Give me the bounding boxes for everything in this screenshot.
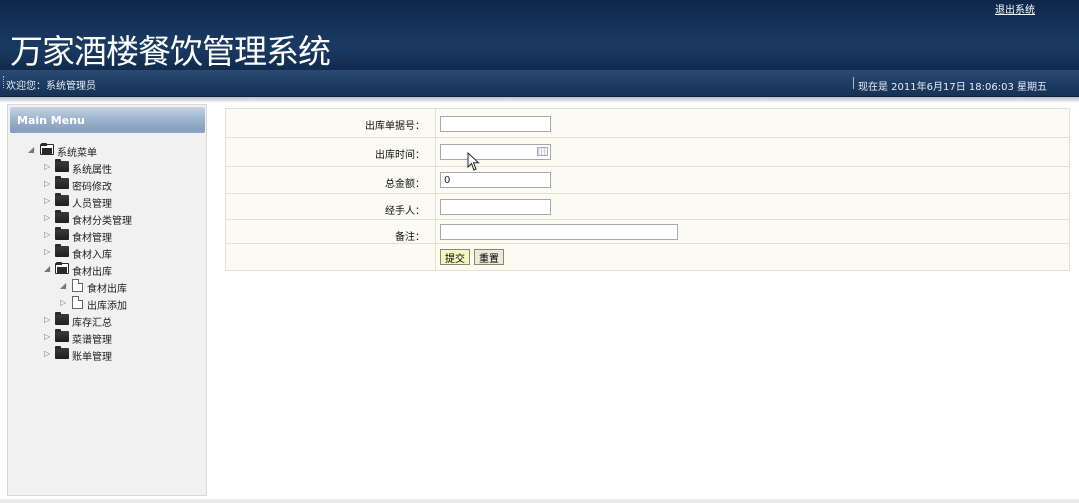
form-row-remark: 备注： (226, 220, 1069, 244)
collapsed-arrow-icon[interactable]: ▷ (44, 247, 52, 256)
logout-link[interactable]: 退出系统 (995, 1, 1035, 16)
field-label: 总金额： (226, 167, 436, 193)
document-icon (72, 296, 83, 309)
actions-label-cell (226, 244, 436, 270)
sidebar-item-label: 食材管理 (72, 233, 112, 244)
total-amount-input[interactable] (440, 172, 551, 188)
folder-icon (55, 329, 69, 342)
sidebar-item-label: 账单管理 (72, 352, 112, 363)
remark-input[interactable] (440, 224, 678, 240)
status-bar: 欢迎您：系统管理员 现在是 2011年6月17日 18:06:03 星期五 (0, 70, 1079, 97)
folder-icon (55, 346, 69, 359)
collapsed-arrow-icon[interactable]: ▷ (60, 298, 68, 307)
folder-icon (55, 312, 69, 325)
form-row-total: 总金额： (226, 167, 1069, 194)
folder-icon (55, 176, 69, 189)
footer-strip (0, 499, 1079, 503)
app-title: 万家酒楼餐饮管理系统 (10, 32, 331, 71)
folder-icon (55, 244, 69, 257)
sidebar-item-label: 食材入库 (72, 250, 112, 261)
calendar-icon[interactable] (537, 147, 548, 156)
reset-button[interactable]: 重置 (474, 249, 504, 265)
field-label: 出库时间： (226, 138, 436, 166)
sidebar-item-label: 食材分类管理 (72, 216, 132, 227)
submit-button[interactable]: 提交 (440, 249, 470, 265)
folder-icon (55, 193, 69, 206)
collapsed-arrow-icon[interactable]: ▷ (44, 196, 52, 205)
form-row-actions: 提交 重置 (226, 244, 1069, 270)
stock-out-form: 出库单据号： 出库时间： 总金额： 经手人： 备注： 提交 重置 (225, 108, 1070, 271)
header-shadow (0, 97, 1079, 102)
document-icon (72, 279, 83, 292)
form-row-handler: 经手人： (226, 194, 1069, 220)
collapsed-arrow-icon[interactable]: ▷ (44, 315, 52, 324)
welcome-text: 欢迎您：系统管理员 (3, 76, 96, 92)
handler-input[interactable] (440, 199, 551, 215)
field-label: 备注： (226, 220, 436, 243)
expanded-arrow-icon[interactable]: ◢ (44, 264, 52, 273)
folder-icon (55, 227, 69, 240)
expanded-arrow-icon[interactable]: ◢ (60, 281, 68, 290)
sidebar-menu: Main Menu ◢ 系统菜单 ▷ 系统属性 ▷ 密码修改 ▷ 人员管理 ▷ … (7, 104, 207, 496)
receipt-number-input[interactable] (440, 116, 551, 132)
menu-title: Main Menu (17, 114, 85, 127)
collapsed-arrow-icon[interactable]: ▷ (44, 332, 52, 341)
current-time: 现在是 2011年6月17日 18:06:03 星期五 (853, 77, 1047, 93)
sidebar-item-label: 库存汇总 (72, 318, 112, 329)
collapsed-arrow-icon[interactable]: ▷ (44, 162, 52, 171)
collapsed-arrow-icon[interactable]: ▷ (44, 179, 52, 188)
mouse-pointer-icon (467, 152, 480, 171)
sidebar-item-label: 菜谱管理 (72, 335, 112, 346)
sidebar-item-label: 食材出库 (87, 284, 127, 295)
folder-icon (55, 159, 69, 172)
sidebar-item-label: 出库添加 (87, 301, 127, 312)
collapsed-arrow-icon[interactable]: ▷ (44, 230, 52, 239)
folder-open-icon (55, 262, 69, 274)
menu-divider (15, 131, 203, 133)
folder-icon (55, 210, 69, 223)
sidebar-item-label: 食材出库 (72, 267, 112, 278)
form-row-time: 出库时间： (226, 138, 1069, 167)
field-label: 出库单据号： (226, 109, 436, 137)
tree-root-label: 系统菜单 (57, 148, 97, 159)
form-row-receipt-no: 出库单据号： (226, 109, 1069, 138)
sidebar-item-label: 人员管理 (72, 199, 112, 210)
field-label: 经手人： (226, 194, 436, 219)
app-header: 万家酒楼餐饮管理系统 退出系统 (0, 0, 1079, 71)
menu-header: Main Menu (10, 107, 205, 133)
folder-open-icon (40, 143, 54, 155)
stock-out-time-input[interactable] (440, 144, 551, 160)
sidebar-item-label: 密码修改 (72, 182, 112, 193)
sidebar-item-label: 系统属性 (72, 165, 112, 176)
collapsed-arrow-icon[interactable]: ▷ (44, 349, 52, 358)
expanded-arrow-icon[interactable]: ◢ (28, 145, 36, 154)
collapsed-arrow-icon[interactable]: ▷ (44, 213, 52, 222)
